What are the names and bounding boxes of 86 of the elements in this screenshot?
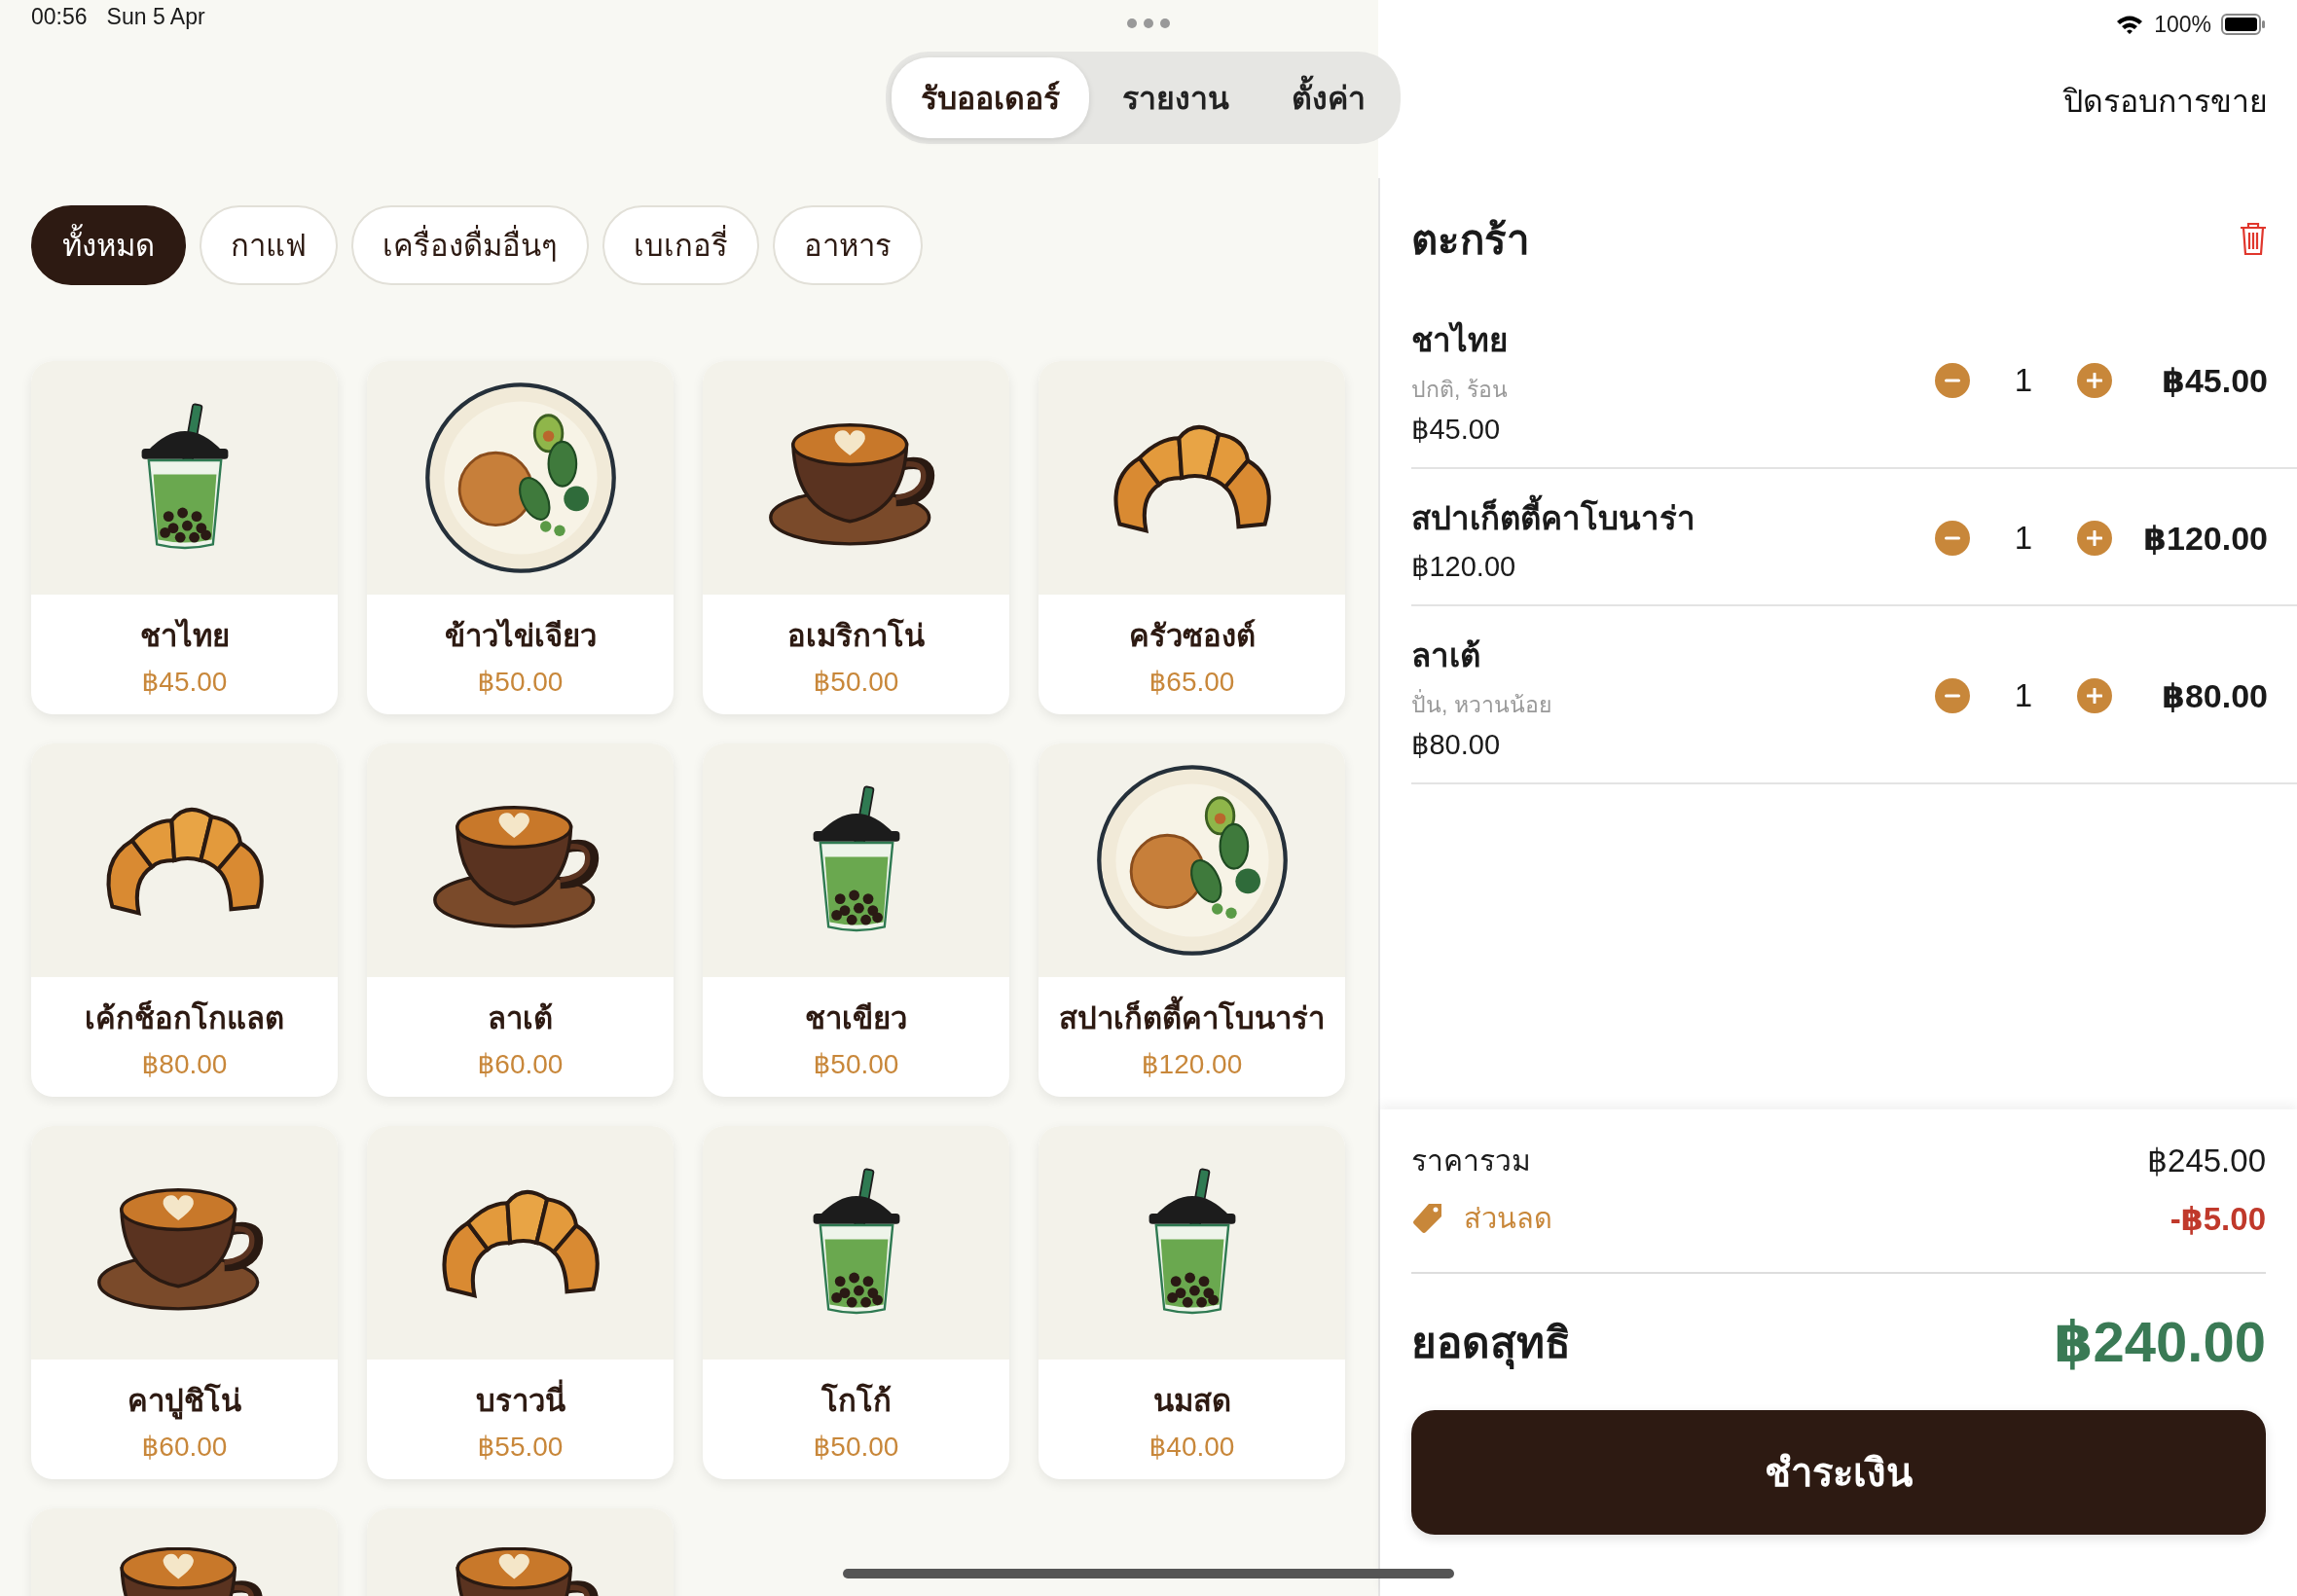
discount-value: -฿5.00	[2169, 1199, 2266, 1238]
product-price: ฿60.00	[477, 1048, 564, 1080]
cart-item-unit-price: ฿45.00	[1411, 413, 1502, 446]
category-chip[interactable]: ทั้งหมด	[31, 205, 186, 285]
category-chip[interactable]: เบเกอรี่	[602, 205, 759, 285]
product-name: สปาเก็ตตี้คาโบนาร่า	[1059, 994, 1325, 1042]
plus-icon	[2087, 529, 2102, 546]
minus-icon	[1945, 693, 1960, 698]
tag-icon	[1411, 1202, 1444, 1235]
nav-tab[interactable]: รับออเดอร์	[892, 57, 1089, 138]
cart-item-unit-price: ฿80.00	[1411, 728, 1502, 761]
product-name: ชาไทย	[139, 617, 230, 655]
subtotal-value: ฿245.00	[2147, 1141, 2266, 1179]
plus-button[interactable]	[2077, 677, 2112, 713]
minus-button[interactable]	[1935, 520, 1970, 556]
pay-button[interactable]: ชำระเงิน	[1411, 1410, 2266, 1535]
wifi-icon	[2115, 14, 2145, 35]
net-total-value: ฿240.00	[2054, 1309, 2266, 1375]
product-price: ฿50.00	[477, 666, 564, 698]
product-card[interactable]: นมสด ฿40.00	[1039, 1126, 1345, 1479]
cart-item-total: ฿80.00	[2161, 675, 2268, 715]
product-card[interactable]: คาปูชิโน่ ฿60.00	[31, 1126, 338, 1479]
product-price: ฿50.00	[813, 1431, 899, 1463]
product-price: ฿45.00	[141, 666, 228, 698]
cart-item-total: ฿120.00	[2142, 518, 2268, 558]
category-chip[interactable]: กาแฟ	[200, 205, 338, 285]
plus-icon	[2087, 687, 2102, 704]
product-price: ฿50.00	[813, 666, 899, 698]
product-name: นมสด	[1152, 1383, 1231, 1420]
product-name: อเมริกาโน่	[787, 617, 925, 655]
product-card[interactable]: ครัวซองต์ ฿65.00	[1039, 361, 1345, 714]
minus-icon	[1945, 378, 1960, 382]
product-card[interactable]: ชาไทย ฿45.00	[31, 361, 338, 714]
cart-item-name: สปาเก็ตตี้คาโบนาร่า	[1411, 492, 1935, 544]
minus-button[interactable]	[1935, 677, 1970, 713]
minus-button[interactable]	[1935, 362, 1970, 398]
quantity: 1	[2013, 676, 2034, 714]
product-price: ฿120.00	[1141, 1048, 1243, 1080]
product-name: บราวนี่	[475, 1376, 565, 1425]
plus-icon	[2087, 372, 2102, 388]
battery-icon	[2221, 14, 2266, 35]
product-name: คาปูชิโน่	[128, 1382, 241, 1422]
subtotal-label: ราคารวม	[1411, 1143, 1531, 1179]
product-name: ข้าวไข่เจียว	[444, 617, 597, 655]
cart-item-unit-price: ฿120.00	[1411, 550, 1517, 583]
cart-title: ตะกร้า	[1411, 216, 1530, 265]
product-name: ชาเขียว	[805, 1000, 907, 1037]
plus-button[interactable]	[2077, 520, 2112, 556]
cart-item-total: ฿45.00	[2161, 360, 2268, 400]
product-card[interactable]: ลาเต้ ฿60.00	[367, 744, 674, 1097]
status-date: Sun 5 Apr	[106, 4, 205, 30]
more-icon	[1126, 18, 1171, 29]
plus-button[interactable]	[2077, 362, 2112, 398]
nav-tab[interactable]: รายงาน	[1093, 57, 1258, 138]
status-time: 00:56	[31, 4, 88, 30]
quantity: 1	[2013, 361, 2034, 399]
cart-item-name: ลาเต้	[1411, 636, 1481, 675]
category-chip[interactable]: เครื่องดื่มอื่นๆ	[351, 205, 589, 285]
minus-icon	[1945, 535, 1960, 540]
product-price: ฿55.00	[477, 1431, 564, 1463]
product-card[interactable]: เค้กช็อกโกแลต ฿80.00	[31, 744, 338, 1097]
discount-label: ส่วนลด	[1464, 1202, 1552, 1236]
product-card[interactable]: โกโก้ ฿50.00	[703, 1126, 1009, 1479]
battery-percentage: 100%	[2154, 11, 2211, 38]
product-price: ฿60.00	[141, 1431, 228, 1463]
product-card[interactable]: อเมริกาโน่ ฿50.00	[703, 361, 1009, 714]
product-card[interactable]: สปาเก็ตตี้คาโบนาร่า ฿120.00	[1039, 744, 1345, 1097]
product-card[interactable]: ชาเขียว ฿50.00	[703, 744, 1009, 1097]
close-shift-button[interactable]: ปิดรอบการขาย	[2063, 72, 2268, 129]
net-total-label: ยอดสุทธิ	[1411, 1308, 1571, 1376]
product-price: ฿65.00	[1148, 666, 1235, 698]
product-name: ลาเต้	[488, 1000, 553, 1037]
product-card[interactable]: บราวนี่ ฿55.00	[367, 1126, 674, 1479]
product-name: เค้กช็อกโกแลต	[85, 999, 284, 1037]
category-chip[interactable]: อาหาร	[773, 205, 923, 285]
product-price: ฿50.00	[813, 1048, 899, 1080]
cart-item-options: ปั่น, หวานน้อย	[1411, 687, 1935, 722]
product-name: ครัวซองต์	[1128, 618, 1256, 655]
cart-item-name: ชาไทย	[1411, 320, 1509, 360]
product-card[interactable]: ข้าวไข่เจียว ฿50.00	[367, 361, 674, 714]
nav-tab[interactable]: ตั้งค่า	[1262, 57, 1395, 138]
product-price: ฿80.00	[141, 1048, 228, 1080]
cart-item-options: ปกติ, ร้อน	[1411, 372, 1935, 407]
product-name: โกโก้	[820, 1382, 892, 1420]
product-price: ฿40.00	[1148, 1431, 1235, 1463]
quantity: 1	[2013, 519, 2034, 557]
